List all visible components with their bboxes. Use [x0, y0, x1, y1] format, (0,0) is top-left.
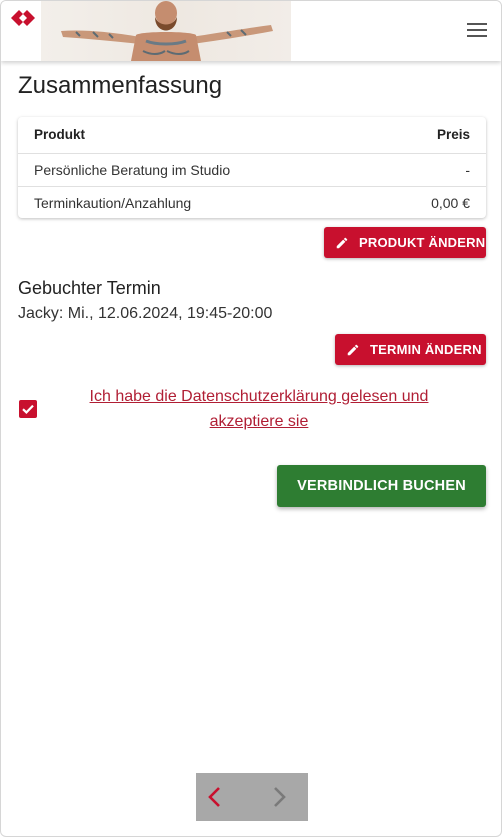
- pagination: [196, 773, 308, 821]
- termin-heading: Gebuchter Termin: [18, 278, 161, 298]
- chevron-right-icon: [274, 787, 286, 807]
- produkt-aendern-label: PRODUKT ÄNDERN: [359, 235, 486, 250]
- page-title: Zusammenfassung: [18, 72, 223, 99]
- consent-line-2: akzeptiere sie: [209, 413, 309, 430]
- hamburger-menu-icon[interactable]: [467, 23, 487, 39]
- chevron-left-icon: [208, 787, 220, 807]
- pencil-icon: [347, 344, 359, 355]
- header: [1, 1, 501, 61]
- preis-cell: -: [465, 162, 470, 178]
- table-row: Persönliche Beratung im Studio -: [18, 153, 486, 187]
- summary-table: Produkt Preis Persönliche Beratung im St…: [18, 117, 486, 218]
- privacy-policy-link[interactable]: Ich habe die Datenschutzerklärung gelese…: [59, 384, 459, 434]
- banner-image: [41, 1, 291, 61]
- column-header-produkt: Produkt: [34, 127, 86, 142]
- next-page-button[interactable]: [252, 773, 308, 821]
- table-header-row: Produkt Preis: [18, 117, 486, 153]
- produkt-cell: Persönliche Beratung im Studio: [34, 162, 231, 178]
- termin-detail: Jacky: Mi., 12.06.2024, 19:45-20:00: [18, 305, 273, 322]
- termin-aendern-button[interactable]: TERMIN ÄNDERN: [335, 334, 486, 365]
- termin-aendern-label: TERMIN ÄNDERN: [370, 342, 482, 357]
- privacy-consent-checkbox[interactable]: [19, 400, 37, 418]
- app-frame: Zusammenfassung Produkt Preis Persönlich…: [0, 0, 502, 837]
- preis-cell: 0,00 €: [431, 195, 470, 211]
- consent-line-1: Ich habe die Datenschutzerklärung gelese…: [89, 388, 429, 405]
- verbindlich-buchen-button[interactable]: VERBINDLICH BUCHEN: [277, 465, 486, 507]
- table-row: Terminkaution/Anzahlung 0,00 €: [18, 186, 486, 220]
- previous-page-button[interactable]: [196, 773, 252, 821]
- column-header-preis: Preis: [436, 127, 470, 142]
- pencil-icon: [336, 237, 348, 248]
- produkt-aendern-button[interactable]: PRODUKT ÄNDERN: [324, 227, 486, 258]
- produkt-cell: Terminkaution/Anzahlung: [34, 195, 192, 211]
- diamond-logo-icon[interactable]: [7, 6, 39, 30]
- checkmark-icon: [22, 404, 34, 414]
